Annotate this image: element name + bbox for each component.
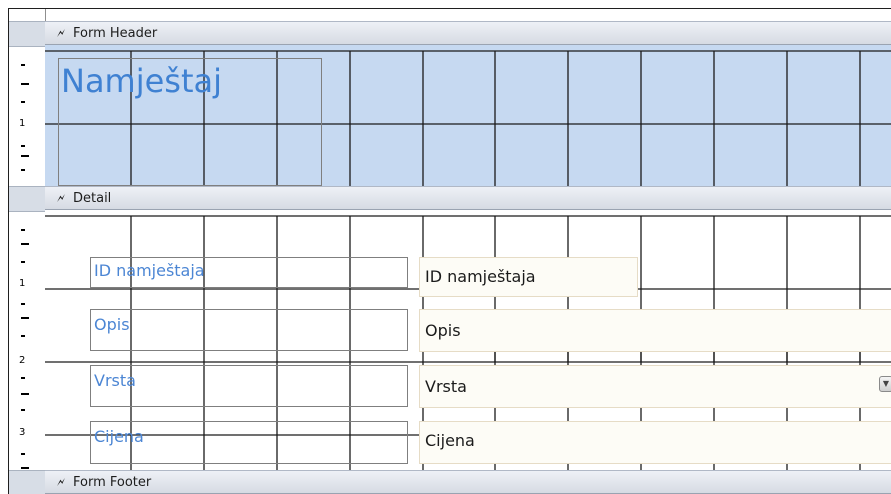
dropdown-arrow-icon[interactable]: ▼ — [879, 376, 891, 392]
label-vrsta[interactable]: Vrsta — [90, 365, 408, 407]
ruler-section-separator — [9, 470, 45, 494]
section-collapse-icon: 🗲 — [57, 191, 65, 205]
form-header-section[interactable]: Namještaj — [45, 45, 891, 186]
form-design-view: 1 1 2 3 🗲 Form Header Namještaj 🗲 Detail… — [8, 8, 891, 494]
ruler-number: 2 — [19, 355, 26, 366]
detail-bar[interactable]: 🗲 Detail — [45, 186, 891, 210]
combobox-vrsta-value: Vrsta — [425, 377, 467, 396]
ruler-number: 1 — [19, 118, 26, 129]
detail-label: Detail — [73, 191, 112, 206]
ruler-number: 1 — [19, 278, 26, 289]
textbox-opis[interactable]: Opis — [419, 309, 891, 352]
section-collapse-icon: 🗲 — [57, 26, 65, 40]
ruler-number: 3 — [19, 427, 26, 438]
ruler-section-separator — [9, 186, 45, 212]
form-title-label[interactable]: Namještaj — [58, 58, 322, 186]
combobox-vrsta[interactable]: Vrsta ▼ — [419, 365, 891, 408]
form-footer-label: Form Footer — [73, 475, 152, 490]
form-footer-bar[interactable]: 🗲 Form Footer — [45, 470, 891, 494]
form-header-bar[interactable]: 🗲 Form Header — [45, 21, 891, 45]
ruler-section-separator — [9, 21, 45, 47]
vertical-ruler[interactable]: 1 1 2 3 — [9, 9, 38, 494]
section-collapse-icon: 🗲 — [57, 475, 65, 489]
detail-section[interactable]: ID namještaja ID namještaja Opis Opis Vr… — [45, 210, 891, 470]
label-opis[interactable]: Opis — [90, 309, 408, 351]
textbox-id-namjestaja[interactable]: ID namještaja — [419, 257, 638, 297]
textbox-cijena[interactable]: Cijena — [419, 421, 891, 464]
label-id-namjestaja[interactable]: ID namještaja — [90, 257, 408, 288]
form-header-label: Form Header — [73, 26, 158, 41]
label-cijena[interactable]: Cijena — [90, 421, 408, 464]
